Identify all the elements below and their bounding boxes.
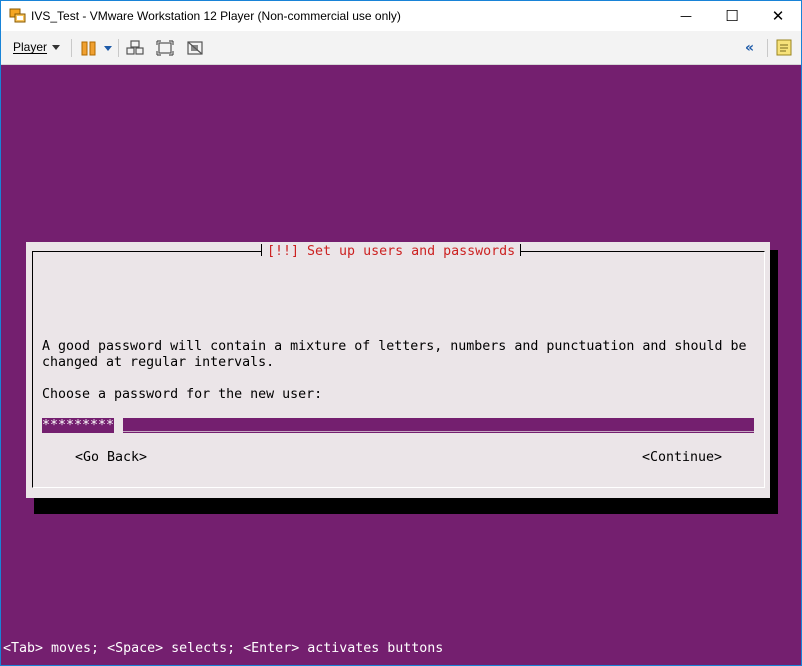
- pause-dropdown-icon[interactable]: [104, 46, 112, 51]
- installer-dialog: [!!] Set up users and passwords A good p…: [26, 242, 770, 498]
- fullscreen-icon[interactable]: [156, 40, 174, 56]
- chevron-down-icon: [52, 44, 61, 50]
- minimize-button[interactable]: —: [663, 1, 709, 31]
- minimize-icon: —: [680, 9, 692, 23]
- dialog-title: [!!] Set up users and passwords: [267, 243, 516, 259]
- pause-icon[interactable]: [81, 41, 96, 56]
- message-line-1: A good password will contain a mixture o…: [42, 339, 747, 354]
- player-toolbar: Player «: [1, 31, 801, 65]
- player-menu-label: Player: [13, 40, 48, 54]
- status-line: <Tab> moves; <Space> selects; <Enter> ac…: [3, 641, 444, 656]
- title-edge: [520, 244, 522, 256]
- password-field[interactable]: *********: [42, 418, 754, 433]
- password-field-underline: [115, 431, 754, 432]
- vmware-app-icon: [9, 8, 26, 23]
- close-button[interactable]: ✕: [755, 1, 801, 31]
- guest-console[interactable]: [!!] Set up users and passwords A good p…: [1, 65, 801, 665]
- vmware-player-window: IVS_Test - VMware Workstation 12 Player …: [0, 0, 802, 666]
- go-back-button[interactable]: <Go Back>: [75, 450, 147, 465]
- maximize-icon: ☐: [725, 7, 739, 25]
- window-title: IVS_Test - VMware Workstation 12 Player …: [31, 9, 401, 23]
- unity-mode-icon[interactable]: [186, 40, 204, 56]
- dialog-title-box: [!!] Set up users and passwords: [261, 242, 522, 260]
- player-menu-button[interactable]: Player: [13, 40, 61, 54]
- dialog-shadow: [770, 250, 778, 514]
- send-ctrl-alt-del-icon[interactable]: [126, 40, 144, 56]
- close-icon: ✕: [771, 7, 785, 25]
- continue-button[interactable]: <Continue>: [642, 450, 722, 465]
- message-line-2: changed at regular intervals.: [42, 355, 275, 370]
- toolbar-separator: [71, 39, 72, 57]
- notes-icon[interactable]: [776, 39, 792, 56]
- unity-collapse-icon[interactable]: «: [745, 40, 754, 56]
- password-value: *********: [42, 418, 115, 433]
- maximize-button[interactable]: ☐: [709, 1, 755, 31]
- password-prompt: Choose a password for the new user:: [42, 387, 323, 402]
- toolbar-separator: [118, 39, 119, 57]
- title-bar[interactable]: IVS_Test - VMware Workstation 12 Player …: [1, 1, 801, 31]
- toolbar-separator: [767, 39, 768, 57]
- title-edge: [261, 244, 262, 256]
